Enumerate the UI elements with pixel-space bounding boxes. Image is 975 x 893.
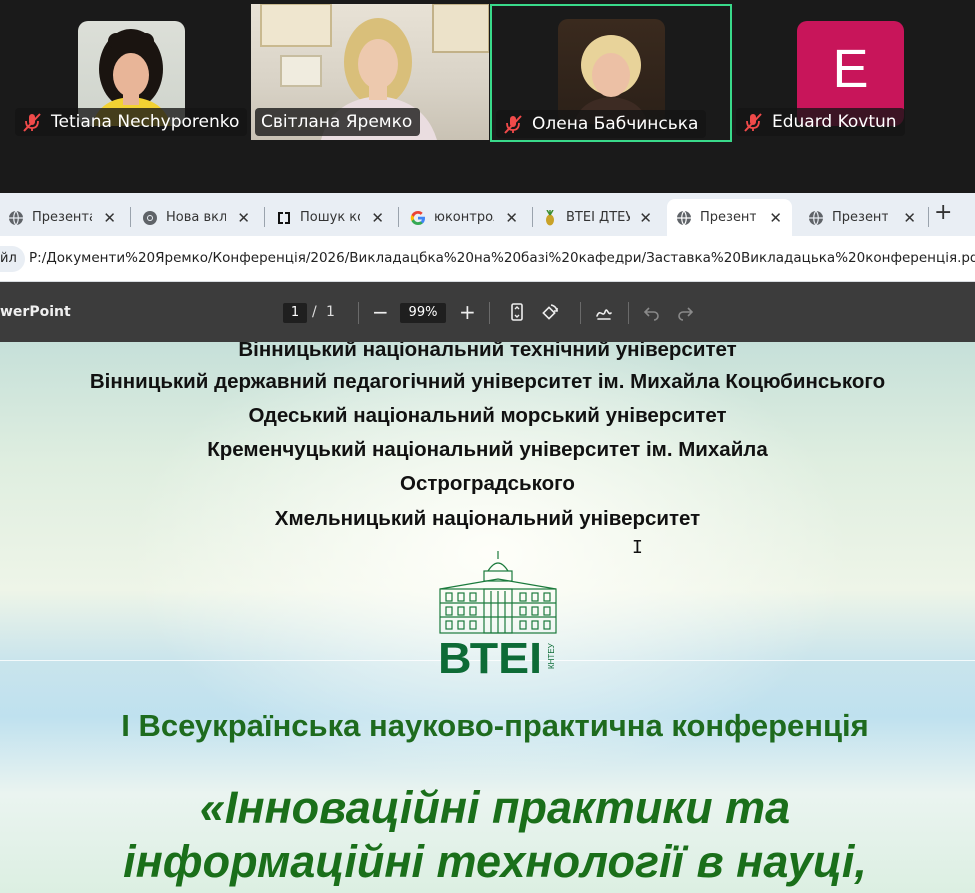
bracket-icon [278, 211, 290, 224]
participant-tile-2[interactable]: Світлана Яремко [251, 4, 489, 140]
url-text[interactable]: P:/Документи%20Яремко/Конференція/2026/В… [29, 250, 975, 266]
redo-icon[interactable] [675, 302, 695, 322]
video-strip: Tetiana Nechyporenko Світлана Яремко Оле… [0, 0, 975, 193]
university-line: Остроградського [400, 472, 575, 495]
fit-page-icon[interactable] [507, 302, 527, 322]
university-line: Вінницький національний технічний універ… [238, 342, 737, 361]
tab-presentation-3[interactable]: Презентаці ✕ [808, 199, 926, 236]
pineapple-icon [546, 209, 554, 225]
conference-title: І Всеукраїнська науково-практична конфер… [121, 708, 869, 743]
pdf-document-title: werPoint [0, 304, 71, 320]
tab-close-button[interactable]: ✕ [505, 209, 518, 227]
tab-separator [928, 207, 929, 227]
vtei-logo: ВТЕІ КНТЕУ [438, 551, 557, 677]
globe-icon [677, 210, 691, 225]
mic-muted-icon [744, 113, 762, 132]
tab-close-button[interactable]: ✕ [639, 209, 652, 227]
participant-tile-3[interactable]: Олена Бабчинська [490, 4, 732, 142]
globe-icon [9, 210, 23, 225]
zoom-out-button[interactable]: − [372, 300, 389, 324]
conference-name-line: інформаційні технології в науці, [123, 836, 867, 887]
page-number-input[interactable]: 1 [283, 303, 307, 323]
participant-name-tag: Tetiana Nechyporenko [15, 108, 248, 136]
tab-presentation-active[interactable]: Презентаці ✕ [667, 199, 792, 236]
chrome-icon [143, 210, 157, 225]
logo-text: ВТЕІ [438, 634, 542, 677]
mic-muted-icon [23, 113, 41, 132]
conference-name-line: «Інноваційні практики та [199, 782, 791, 833]
undo-icon[interactable] [642, 302, 662, 322]
tab-separator [532, 207, 533, 227]
participant-name: Олена Бабчинська [532, 114, 699, 134]
rotate-icon[interactable] [540, 302, 560, 322]
globe-icon [809, 210, 823, 225]
toolbar-divider [580, 302, 581, 324]
university-line: Хмельницький національний університет [274, 507, 701, 530]
university-line: Вінницький державний педагогічний універ… [89, 370, 886, 393]
participant-name: Світлана Яремко [261, 112, 413, 132]
toolbar-divider [628, 302, 629, 324]
tab-close-button[interactable]: ✕ [371, 209, 384, 227]
participant-tile-1[interactable]: Tetiana Nechyporenko [15, 4, 248, 140]
participant-name: Eduard Kovtun [772, 112, 897, 132]
tab-vtei[interactable]: ВТЕІ ДТЕУ ✕ [542, 199, 662, 236]
tab-google[interactable]: юконтрол ✕ [410, 199, 528, 236]
participant-name-tag: Eduard Kovtun [736, 108, 905, 136]
participant-avatar [558, 19, 665, 124]
tab-search[interactable]: Пошук ко ✕ [276, 199, 394, 236]
toolbar-divider [489, 302, 490, 324]
toolbar-divider [358, 302, 359, 324]
pdf-slide: Вінницький національний технічний універ… [0, 342, 975, 893]
browser-tab-bar: Презентаці ✕ Нова вкла ✕ Пошук ко ✕ юкон… [0, 193, 975, 236]
new-tab-button[interactable]: + [934, 200, 952, 225]
tab-presentation-1[interactable]: Презентаці ✕ [8, 199, 126, 236]
google-icon [410, 210, 425, 225]
participant-name-tag: Світлана Яремко [255, 108, 421, 136]
pdf-toolbar: werPoint 1 / 1 − 99% + [0, 282, 975, 342]
participant-tile-4[interactable]: E Eduard Kovtun [734, 4, 975, 140]
tab-close-button[interactable]: ✕ [769, 209, 782, 227]
tab-separator [130, 207, 131, 227]
university-line: Одеський національний морський університ… [248, 404, 727, 427]
draw-icon[interactable] [594, 302, 614, 322]
address-bar: йл P:/Документи%20Яремко/Конференція/202… [0, 236, 975, 282]
participant-name-tag: Олена Бабчинська [496, 110, 707, 138]
file-scheme-chip[interactable]: йл [0, 246, 25, 272]
tab-close-button[interactable]: ✕ [237, 209, 250, 227]
tab-separator [264, 207, 265, 227]
tab-separator [398, 207, 399, 227]
page-separator: / [312, 304, 317, 320]
tab-new-tab[interactable]: Нова вкла ✕ [142, 199, 260, 236]
logo-side-text: КНТЕУ [547, 642, 556, 669]
mic-muted-icon [504, 115, 522, 134]
page-total: 1 [326, 304, 335, 320]
tab-close-button[interactable]: ✕ [103, 209, 116, 227]
tab-close-button[interactable]: ✕ [903, 209, 916, 227]
text-cursor-icon: I [632, 537, 643, 558]
zoom-level-input[interactable]: 99% [400, 303, 446, 323]
participant-name: Tetiana Nechyporenko [51, 112, 240, 132]
zoom-in-button[interactable]: + [459, 300, 476, 324]
university-line: Кременчуцький національний університет і… [207, 438, 768, 461]
